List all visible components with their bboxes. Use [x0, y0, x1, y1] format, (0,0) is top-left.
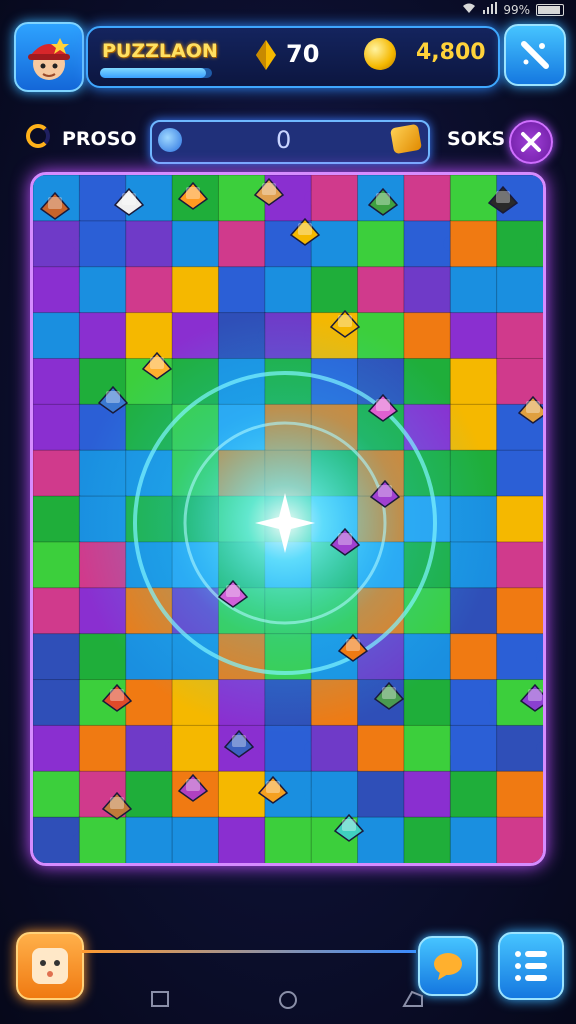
- wifi-icon: [461, 2, 477, 17]
- home-nav-icon[interactable]: [278, 990, 298, 1015]
- puzzle-tile[interactable]: [33, 679, 81, 727]
- gem-count: 70: [286, 40, 320, 68]
- bottom-divider: [82, 950, 416, 953]
- puzzle-tile[interactable]: [125, 816, 174, 863]
- puzzle-tile[interactable]: [357, 724, 405, 773]
- close-button[interactable]: [509, 120, 553, 164]
- avatar-icon: [28, 38, 70, 80]
- puzzle-tile[interactable]: [125, 770, 174, 819]
- puzzle-tile[interactable]: [449, 175, 498, 222]
- puzzle-tile[interactable]: [33, 449, 81, 498]
- ring-icon: [26, 124, 50, 148]
- status-icons: 99%: [461, 2, 564, 17]
- puzzle-tile[interactable]: [78, 816, 127, 863]
- puzzle-tile[interactable]: [449, 312, 498, 360]
- puzzle-tile[interactable]: [171, 816, 220, 863]
- chat-button[interactable]: [418, 936, 478, 996]
- battery-icon: [536, 3, 564, 16]
- puzzle-tile[interactable]: [33, 587, 81, 635]
- puzzle-tile[interactable]: [78, 220, 127, 268]
- puzzle-tile[interactable]: [357, 770, 405, 819]
- puzzle-tile[interactable]: [33, 770, 81, 819]
- puzzle-tile[interactable]: [33, 312, 81, 360]
- puzzle-tile[interactable]: [78, 724, 127, 773]
- list-button[interactable]: [498, 932, 564, 1000]
- puzzle-tile[interactable]: [310, 770, 359, 819]
- puzzle-tile[interactable]: [449, 816, 498, 863]
- face-icon: [32, 948, 68, 984]
- puzzle-board-canvas[interactable]: [33, 175, 543, 863]
- coin-icon: [364, 38, 396, 70]
- puzzle-tile[interactable]: [403, 175, 452, 222]
- puzzle-tile[interactable]: [78, 175, 127, 222]
- battery-percent: 99%: [503, 2, 530, 17]
- puzzle-tile[interactable]: [449, 770, 498, 819]
- game-title: PUZZLAON: [102, 40, 218, 62]
- chat-icon: [434, 953, 462, 980]
- puzzle-board[interactable]: [30, 172, 546, 866]
- face-button[interactable]: [16, 932, 84, 1000]
- puzzle-tile[interactable]: [264, 266, 313, 314]
- puzzle-tile[interactable]: [125, 220, 174, 268]
- puzzle-tile[interactable]: [496, 816, 543, 863]
- puzzle-tile[interactable]: [217, 220, 266, 268]
- puzzle-tile[interactable]: [449, 724, 498, 773]
- puzzle-tile[interactable]: [496, 541, 543, 589]
- puzzle-tile[interactable]: [496, 449, 543, 498]
- puzzle-tile[interactable]: [449, 220, 498, 268]
- back-nav-icon[interactable]: [402, 990, 424, 1013]
- recents-nav-icon[interactable]: [150, 990, 170, 1013]
- avatar-button[interactable]: [14, 22, 84, 92]
- puzzle-tile[interactable]: [78, 312, 127, 360]
- gem-icon: [256, 40, 276, 70]
- right-label: SOKS: [447, 128, 506, 150]
- piece-icon[interactable]: [389, 123, 423, 155]
- puzzle-tile[interactable]: [217, 816, 266, 863]
- wand-button[interactable]: [504, 24, 566, 86]
- signal-icon: [483, 2, 498, 17]
- wand-icon: [521, 41, 549, 69]
- puzzle-tile[interactable]: [78, 266, 127, 314]
- puzzle-tile[interactable]: [310, 220, 359, 268]
- title-progress-fill: [100, 68, 207, 78]
- close-icon: [521, 132, 541, 152]
- list-icon: [515, 951, 547, 981]
- puzzle-tile[interactable]: [403, 770, 452, 819]
- search-value: 0: [276, 126, 292, 154]
- puzzle-tile[interactable]: [403, 312, 452, 360]
- title-progress-track: [100, 68, 212, 78]
- puzzle-tile[interactable]: [33, 724, 81, 773]
- puzzle-tile[interactable]: [310, 175, 359, 222]
- puzzle-tile[interactable]: [403, 816, 452, 863]
- puzzle-tile[interactable]: [449, 266, 498, 314]
- shield-icon: [158, 128, 182, 152]
- puzzle-tile[interactable]: [310, 266, 359, 314]
- status-bar: 99%: [0, 0, 576, 22]
- puzzle-tile[interactable]: [403, 266, 452, 314]
- puzzle-tile[interactable]: [357, 816, 405, 863]
- coin-count: 4,800: [416, 40, 486, 65]
- progress-label: PROSO: [62, 128, 137, 150]
- puzzle-tile[interactable]: [264, 816, 313, 863]
- puzzle-tile[interactable]: [357, 220, 405, 268]
- puzzle-tile[interactable]: [217, 266, 266, 314]
- puzzle-tile[interactable]: [125, 266, 174, 314]
- puzzle-tile[interactable]: [496, 587, 543, 635]
